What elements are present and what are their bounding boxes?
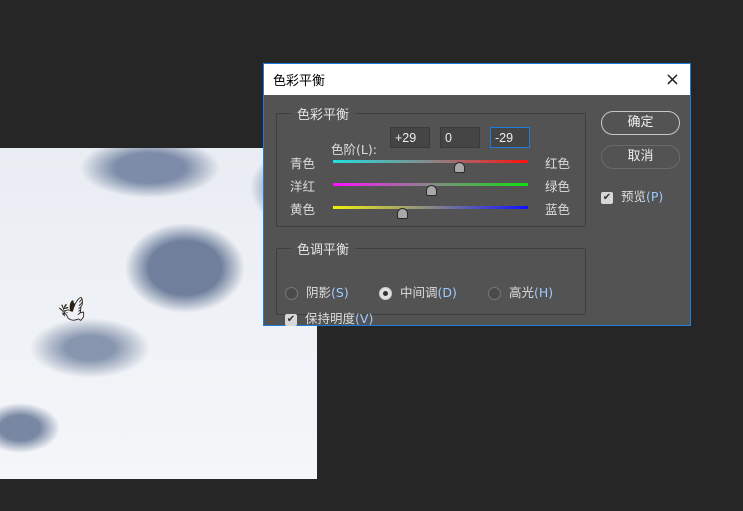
ok-button[interactable]: 确定 (601, 111, 680, 135)
radio-shadows-icon (285, 287, 298, 300)
close-icon[interactable]: × (665, 69, 680, 90)
slider-left-label: 洋红 (290, 179, 316, 194)
color-slider-track[interactable] (333, 160, 528, 173)
tone-balance-group: 色调平衡 阴影(S) 中间调(D) 高光(H) ✔ 保持明度(V) (276, 239, 586, 326)
dialog-titlebar[interactable]: 色彩平衡 (264, 64, 690, 95)
radio-highlights-icon (488, 287, 501, 300)
slider-left-label: 黄色 (290, 202, 316, 217)
slider-right-label: 蓝色 (545, 202, 571, 217)
radio-midtones-icon (379, 287, 392, 300)
radio-highlights[interactable]: 高光(H) (488, 282, 553, 301)
color-balance-legend: 色彩平衡 (297, 108, 350, 123)
slider-thumb[interactable] (453, 162, 465, 173)
dialog-title: 色彩平衡 (273, 74, 326, 89)
slider-thumb[interactable] (425, 185, 437, 196)
checkbox-checked-icon: ✔ (601, 191, 613, 204)
checkbox-checked-icon: ✔ (285, 313, 297, 326)
radio-midtones[interactable]: 中间调(D) (379, 282, 457, 301)
slider-right-label: 红色 (545, 156, 571, 171)
color-slider-track[interactable] (333, 206, 528, 219)
color-balance-dialog: 色彩平衡 × 色彩平衡 色阶(L): 青色 红色 洋红 绿色 黄色 蓝色 色调平… (263, 63, 691, 326)
bird-silhouette: 🕊 (56, 295, 92, 330)
cancel-button[interactable]: 取消 (601, 145, 680, 169)
preview-checkbox[interactable]: ✔ 预览(P) (601, 186, 663, 205)
color-slider-track[interactable] (333, 183, 528, 196)
level-cyan-red-input[interactable] (390, 127, 430, 148)
level-yellow-blue-input[interactable] (490, 127, 530, 148)
slider-right-label: 绿色 (545, 179, 571, 194)
slider-left-label: 青色 (290, 156, 316, 171)
slider-thumb[interactable] (397, 208, 409, 219)
radio-shadows[interactable]: 阴影(S) (285, 282, 349, 301)
level-magenta-green-input[interactable] (440, 127, 480, 148)
preserve-luminosity-checkbox[interactable]: ✔ 保持明度(V) (285, 308, 373, 327)
levels-label: 色阶(L): (331, 142, 377, 157)
tone-balance-legend: 色调平衡 (297, 243, 350, 258)
